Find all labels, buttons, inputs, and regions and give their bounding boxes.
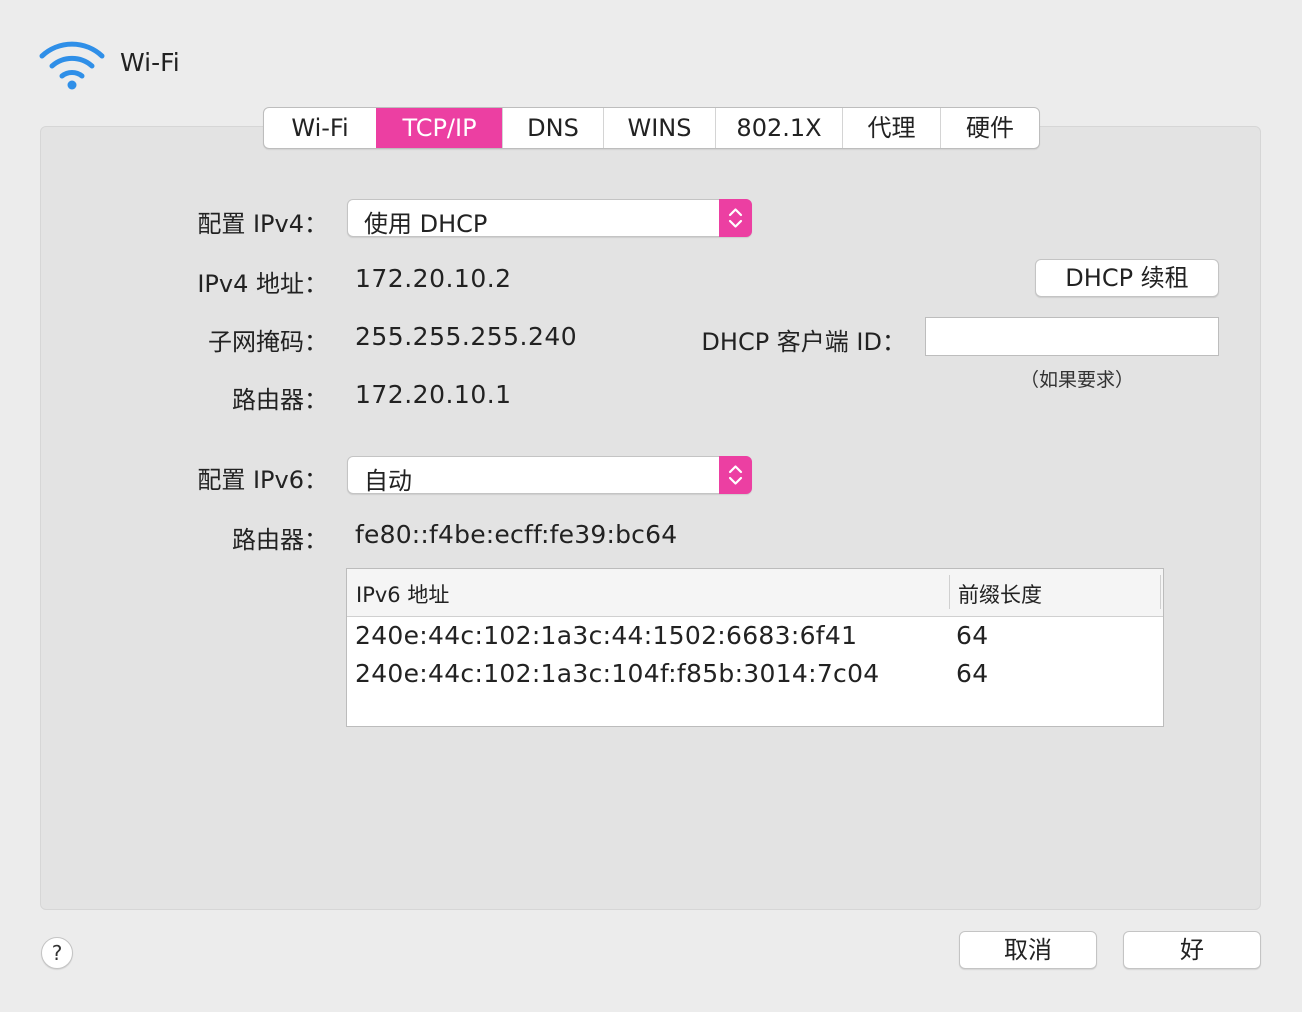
help-button[interactable]: ? [41,937,73,969]
dhcp-renew-button[interactable]: DHCP 续租 [1035,259,1219,297]
ipv4-router-label: 路由器： [232,386,328,414]
tab-proxies[interactable]: 代理 [842,108,940,148]
configure-ipv4-popup[interactable]: 使用 DHCP [347,199,752,238]
prefix-length-cell: 64 [956,659,989,688]
up-down-chevron-icon [719,456,752,494]
prefix-length-cell: 64 [956,621,989,650]
ipv6-address-cell: 240e:44c:102:1a3c:104f:f85b:3014:7c04 [355,659,880,688]
tab-wifi[interactable]: Wi-Fi [264,108,376,148]
configure-ipv6-popup[interactable]: 自动 [347,456,752,495]
ipv6-address-table[interactable]: IPv6 地址 前缀长度 240e:44c:102:1a3c:44:1502:6… [346,568,1164,727]
dhcp-client-id-hint: （如果要求） [1020,369,1135,391]
ok-button[interactable]: 好 [1123,931,1261,969]
tab-dns[interactable]: DNS [502,108,603,148]
configure-ipv4-value: 使用 DHCP [364,210,488,238]
ipv4-address-value: 172.20.10.2 [355,264,512,293]
cancel-button[interactable]: 取消 [959,931,1097,969]
column-divider [949,575,950,609]
configure-ipv4-label: 配置 IPv4： [197,210,328,238]
column-header-ipv6-address[interactable]: IPv6 地址 [356,579,449,609]
up-down-chevron-icon [719,199,752,237]
ipv4-address-label: IPv4 地址： [197,270,328,298]
configure-ipv6-value: 自动 [364,467,412,495]
tab-8021x[interactable]: 802.1X [715,108,842,148]
tab-wins[interactable]: WINS [603,108,715,148]
column-divider [1160,575,1161,609]
ipv4-router-value: 172.20.10.1 [355,380,512,409]
table-row[interactable]: 240e:44c:102:1a3c:44:1502:6683:6f41 64 [347,619,1163,657]
ipv6-router-value: fe80::f4be:ecff:fe39:bc64 [355,520,678,549]
table-row[interactable]: 240e:44c:102:1a3c:104f:f85b:3014:7c04 64 [347,657,1163,695]
table-header: IPv6 地址 前缀长度 [347,569,1163,617]
ipv6-address-cell: 240e:44c:102:1a3c:44:1502:6683:6f41 [355,621,858,650]
tab-tcpip[interactable]: TCP/IP [376,108,502,148]
subnet-mask-label: 子网掩码： [208,328,328,356]
window-title: Wi-Fi [120,48,180,77]
ipv6-router-label: 路由器： [232,526,328,554]
wifi-icon [39,41,105,90]
configure-ipv6-label: 配置 IPv6： [197,466,328,494]
dhcp-client-id-field[interactable] [925,317,1219,356]
tab-hardware[interactable]: 硬件 [940,108,1039,148]
content-panel [40,126,1261,910]
tab-bar: Wi-Fi TCP/IP DNS WINS 802.1X 代理 硬件 [263,107,1040,149]
column-header-prefix-length[interactable]: 前缀长度 [958,579,1042,609]
dhcp-client-id-label: DHCP 客户端 ID： [701,328,906,356]
subnet-mask-value: 255.255.255.240 [355,322,578,351]
question-mark-icon: ? [51,941,63,965]
